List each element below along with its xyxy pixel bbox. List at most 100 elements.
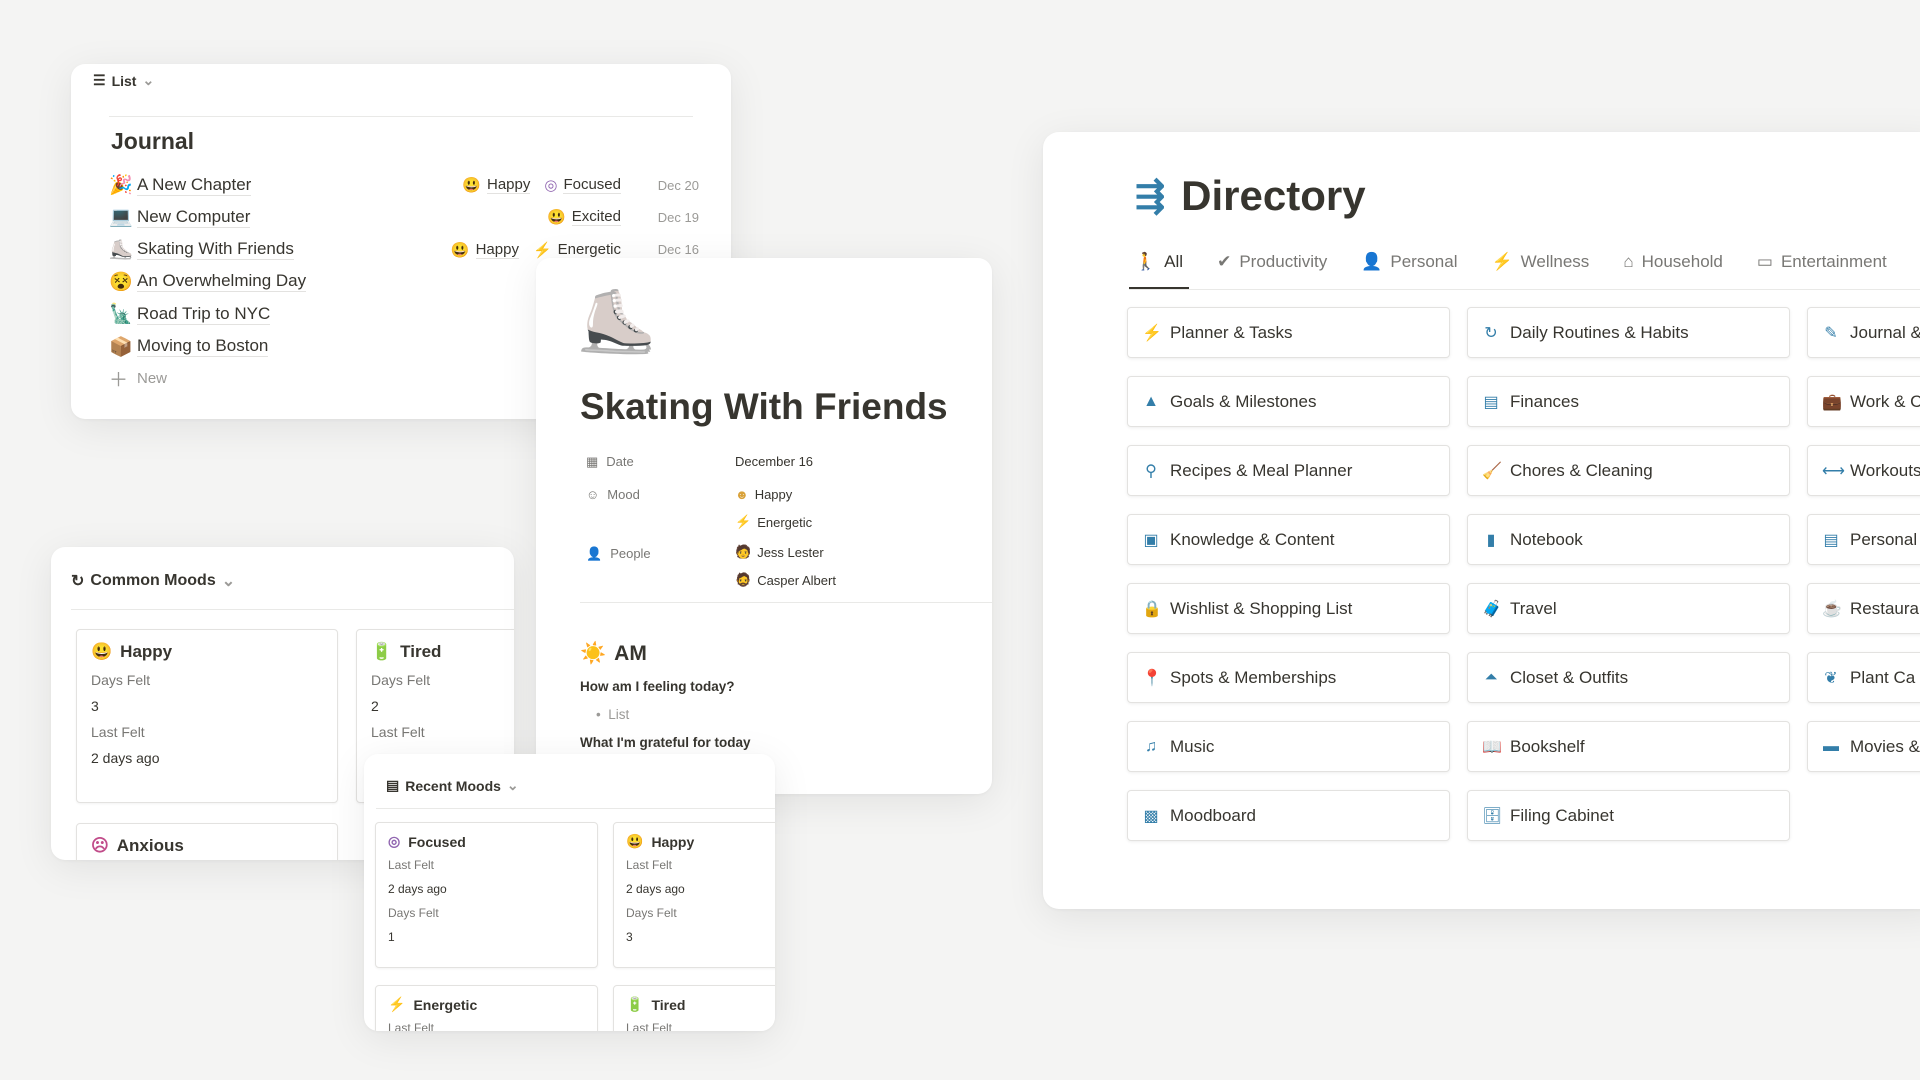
entry-date: Dec 19: [657, 209, 699, 225]
directory-item-music[interactable]: ♫ Music: [1127, 721, 1450, 772]
directory-item-movies[interactable]: ▬ Movies &: [1807, 721, 1920, 772]
field-label: Days Felt: [626, 906, 677, 920]
mood-tag[interactable]: 😃 Happy: [451, 241, 519, 259]
tab-household[interactable]: ⌂ Household: [1617, 252, 1729, 289]
recent-moods-header[interactable]: ▤ Recent Moods ⌄: [386, 777, 519, 794]
directory-item-wishlist-shopping-list[interactable]: 🔒 Wishlist & Shopping List: [1127, 583, 1450, 634]
mood-card-anxious[interactable]: ☹ Anxious: [76, 823, 338, 860]
journal-row[interactable]: 🎉 A New Chapter 😃 Happy ◎ Focused Dec 20: [109, 171, 699, 199]
page-icon: 😵: [109, 271, 133, 293]
tab-label: Wellness: [1520, 252, 1590, 271]
tab-all[interactable]: 🚶 All: [1129, 252, 1190, 289]
directory-item-travel[interactable]: 🧳 Travel: [1467, 583, 1790, 634]
row-title[interactable]: An Overwhelming Day: [137, 271, 307, 293]
tab-productivity[interactable]: ✔ Productivity: [1211, 252, 1333, 289]
restaura-icon: ☕: [1822, 600, 1842, 618]
item-label: Movies &: [1850, 736, 1920, 756]
person-icon: 👤: [586, 546, 603, 561]
property-mood[interactable]: ☺ Mood: [586, 487, 640, 502]
date-value[interactable]: December 16: [735, 454, 813, 469]
journal-row[interactable]: 💻 New Computer 😃 Excited Dec 19: [109, 203, 699, 231]
row-title[interactable]: A New Chapter: [137, 175, 252, 196]
directory-item-goals-milestones[interactable]: ▲ Goals & Milestones: [1127, 376, 1450, 427]
directory-item-restaura[interactable]: ☕ Restaura: [1807, 583, 1920, 634]
directory-item-work-c[interactable]: 💼 Work & C: [1807, 376, 1920, 427]
person-jess-lester[interactable]: 🧑 Jess Lester: [735, 544, 824, 560]
mood-value-energetic[interactable]: ⚡ Energetic: [735, 514, 812, 530]
mood-card-focused[interactable]: ◎ Focused Last Felt 2 days ago Days Felt 1: [375, 822, 598, 968]
directory-item-plant-ca[interactable]: ❦ Plant Ca: [1807, 652, 1920, 703]
mood-value-happy[interactable]: ☻ Happy: [735, 487, 792, 502]
row-title[interactable]: Moving to Boston: [137, 336, 269, 357]
directory-item-knowledge-content[interactable]: ▣ Knowledge & Content: [1127, 514, 1450, 565]
tab-label: Personal: [1390, 252, 1458, 271]
mood-name: 😃 Happy: [626, 833, 775, 850]
directory-title: ⇶ Directory: [1135, 172, 1366, 219]
tab-more[interactable]: ▮: [1915, 252, 1920, 289]
directory-card: ⇶ Directory 🚶 All ✔ Productivity 👤 Personal ⚡ W…: [1043, 132, 1920, 909]
mood-tag[interactable]: 😃 Happy: [462, 176, 531, 194]
divider: [109, 116, 693, 117]
all-icon: 🚶: [1135, 252, 1157, 271]
chevron-down-icon: ⌄: [506, 777, 519, 793]
field-label: Days Felt: [371, 672, 431, 688]
personal-icon: ▤: [1823, 531, 1839, 549]
divider: [580, 602, 992, 603]
directory-item-journal[interactable]: ✎ Journal &: [1807, 307, 1920, 358]
mood-card-energetic[interactable]: ⚡ Energetic Last Felt: [375, 985, 598, 1031]
knowledge-content-icon: ▣: [1143, 531, 1159, 549]
divider: [71, 609, 514, 610]
directory-item-spots-memberships[interactable]: 📍 Spots & Memberships: [1127, 652, 1450, 703]
tab-wellness[interactable]: ⚡ Wellness: [1485, 252, 1595, 289]
directory-item-notebook[interactable]: ▮ Notebook: [1467, 514, 1790, 565]
field-value: 3: [626, 930, 633, 944]
item-label: Goals & Milestones: [1170, 391, 1317, 411]
directory-item-chores-cleaning[interactable]: 🧹 Chores & Cleaning: [1467, 445, 1790, 496]
mood-card-tired[interactable]: 🔋 Tired Last Felt: [613, 985, 775, 1031]
directory-item-moodboard[interactable]: ▩ Moodboard: [1127, 790, 1450, 841]
chevron-down-icon: ⌄: [221, 573, 236, 590]
directory-item-personal[interactable]: ▤ Personal: [1807, 514, 1920, 565]
mood-tag[interactable]: ◎ Focused: [544, 176, 621, 194]
page-title[interactable]: Skating With Friends: [580, 386, 948, 428]
mood-tag[interactable]: 😃 Excited: [547, 208, 621, 227]
list-placeholder[interactable]: • List: [596, 707, 629, 722]
common-moods-header[interactable]: ↻ Common Moods ⌄: [71, 571, 235, 591]
property-people[interactable]: 👤 People: [586, 546, 651, 562]
directory-item-finances[interactable]: ▤ Finances: [1467, 376, 1790, 427]
item-label: Wishlist & Shopping List: [1170, 598, 1353, 618]
directory-item-daily-routines-habits[interactable]: ↻ Daily Routines & Habits: [1467, 307, 1790, 358]
wishlist-shopping-list-icon: 🔒: [1142, 600, 1162, 618]
row-title[interactable]: Road Trip to NYC: [137, 304, 271, 325]
row-title[interactable]: New Computer: [137, 207, 251, 228]
item-label: Bookshelf: [1510, 736, 1585, 756]
recent-moods-card: ▤ Recent Moods ⌄ ◎ Focused Last Felt 2 days…: [364, 754, 775, 1031]
directory-item-filing-cabinet[interactable]: 🗄 Filing Cabinet: [1467, 790, 1790, 841]
directory-item-closet-outfits[interactable]: ⏶ Closet & Outfits: [1467, 652, 1790, 703]
item-label: Moodboard: [1170, 805, 1257, 825]
plant-ca-icon: ❦: [1824, 669, 1838, 687]
avatar: 🧔: [735, 572, 752, 587]
directory-item-planner-tasks[interactable]: ⚡ Planner & Tasks: [1127, 307, 1450, 358]
mood-tags: 😃 Excited: [547, 208, 621, 227]
row-title[interactable]: Skating With Friends: [137, 239, 294, 261]
entertainment-icon: ▭: [1756, 252, 1773, 271]
refresh-icon: ↻: [71, 573, 85, 590]
lightning-icon: ⚡: [735, 514, 752, 529]
closet-outfits-icon: ⏶: [1484, 668, 1498, 686]
property-date[interactable]: ▦ Date: [586, 454, 634, 470]
person-casper-albert[interactable]: 🧔 Casper Albert: [735, 572, 836, 588]
directory-item-bookshelf[interactable]: 📖 Bookshelf: [1467, 721, 1790, 772]
category-tabs: 🚶 All ✔ Productivity 👤 Personal ⚡ Wellness ⌂ Hous…: [1129, 252, 1920, 290]
mood-card-happy[interactable]: 😃 Happy Days Felt 3 Last Felt 2 days ago: [76, 629, 338, 803]
spots-memberships-icon: 📍: [1142, 669, 1162, 687]
mood-name: 🔋 Tired: [371, 642, 514, 662]
mood-tag[interactable]: ⚡ Energetic: [533, 241, 621, 259]
tab-entertainment[interactable]: ▭ Entertainment: [1751, 252, 1893, 289]
view-selector[interactable]: ☰ List ⌄: [93, 72, 154, 89]
mood-card-happy[interactable]: 😃 Happy Last Felt 2 days ago Days Felt 3: [613, 822, 775, 968]
tab-personal[interactable]: 👤 Personal: [1355, 252, 1463, 289]
directory-item-recipes-meal-planner[interactable]: ⚲ Recipes & Meal Planner: [1127, 445, 1450, 496]
chores-cleaning-icon: 🧹: [1482, 462, 1502, 480]
directory-item-workouts[interactable]: ⟷ Workouts: [1807, 445, 1920, 496]
